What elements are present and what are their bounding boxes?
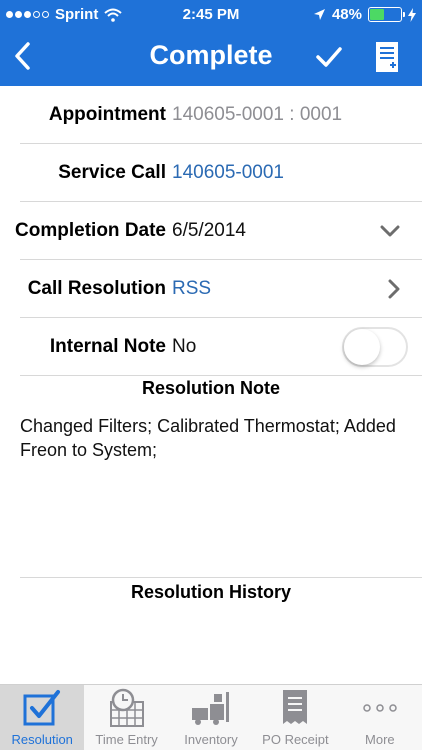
battery-percent: 48%: [331, 6, 362, 23]
call-resolution-label: Call Resolution: [27, 278, 166, 299]
tab-time-entry-label: Time Entry: [95, 732, 158, 747]
battery-fill: [370, 9, 385, 20]
header: Sprint 2:45 PM 48% Complete: [0, 0, 422, 86]
tab-more-label: More: [365, 732, 395, 747]
completion-date-value: 6/5/2014: [172, 220, 246, 241]
tab-po-receipt-label: PO Receipt: [262, 732, 329, 747]
tab-po-receipt[interactable]: PO Receipt: [253, 685, 337, 750]
tab-inventory[interactable]: Inventory: [169, 685, 253, 750]
internal-note-value: No: [172, 336, 197, 357]
checkmark-icon: [316, 47, 342, 67]
service-call-value[interactable]: 140605-0001: [172, 162, 284, 184]
divider: [20, 577, 422, 578]
service-call-label: Service Call: [58, 162, 166, 183]
appointment-row: Appointment 140605-0001 : 0001: [0, 86, 422, 144]
chevron-right-icon[interactable]: [388, 279, 400, 299]
resolution-note-title: Resolution Note: [142, 378, 280, 398]
chevron-down-icon[interactable]: [380, 225, 400, 237]
battery-icon: [368, 7, 405, 22]
internal-note-toggle[interactable]: [342, 327, 408, 367]
add-document-button[interactable]: [372, 38, 402, 76]
tab-inventory-label: Inventory: [184, 732, 238, 747]
page-title: Complete: [149, 40, 273, 70]
divider: [20, 375, 422, 376]
receipt-icon: [283, 690, 308, 724]
tab-resolution-label: Resolution: [11, 732, 73, 747]
tab-time-entry[interactable]: Time Entry: [84, 685, 168, 750]
service-call-row: Service Call 140605-0001: [0, 144, 422, 202]
tab-resolution[interactable]: Resolution: [0, 685, 85, 750]
internal-note-row: Internal Note No: [0, 318, 422, 376]
resolution-checkbox-icon: [23, 690, 61, 726]
call-resolution-value: RSS: [172, 278, 212, 299]
appointment-value: 140605-0001 : 0001: [172, 104, 343, 125]
tab-bar: Resolution Time Entry Inventory PO Recei…: [0, 684, 422, 750]
call-resolution-row[interactable]: Call Resolution RSS: [0, 260, 422, 318]
clock-calendar-icon: [109, 688, 144, 727]
nav-bar: Complete: [0, 28, 422, 86]
charging-bolt-icon: [408, 7, 416, 22]
location-arrow-icon: [313, 9, 325, 20]
document-add-icon: [376, 42, 398, 72]
toggle-knob: [344, 329, 380, 365]
resolution-note-text[interactable]: Changed Filters; Calibrated Thermostat; …: [20, 414, 400, 462]
completion-date-row[interactable]: Completion Date 6/5/2014: [0, 202, 422, 260]
confirm-button[interactable]: [312, 40, 346, 74]
more-dots-icon: [363, 704, 397, 712]
forklift-icon: [192, 692, 230, 725]
status-bar: Sprint 2:45 PM 48%: [0, 0, 422, 28]
tab-more[interactable]: More: [338, 685, 422, 750]
resolution-history-title: Resolution History: [130, 582, 291, 602]
status-right: 48%: [313, 6, 416, 23]
internal-note-label: Internal Note: [49, 336, 166, 357]
completion-date-label: Completion Date: [15, 220, 166, 241]
appointment-label: Appointment: [48, 104, 166, 125]
